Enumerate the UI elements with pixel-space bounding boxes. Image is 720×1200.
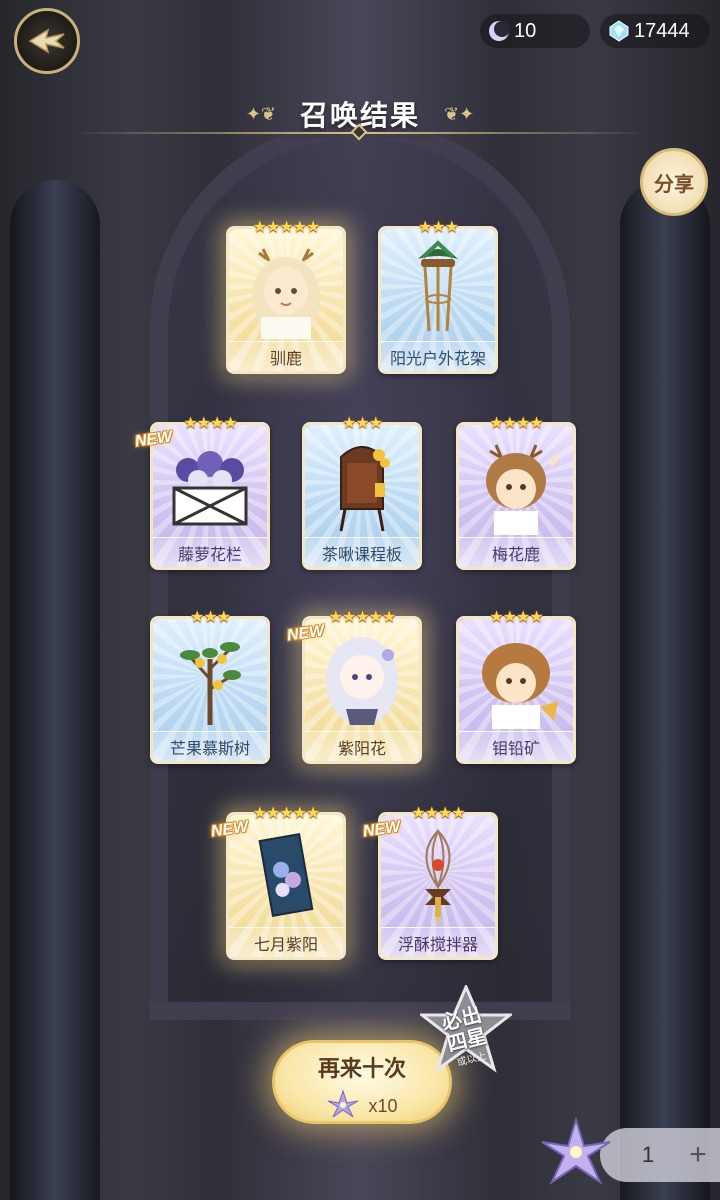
moon-icon — [486, 18, 512, 44]
rarity-stars: ★★★ — [189, 607, 231, 626]
result-card[interactable]: ★★★★★ 驯鹿 — [226, 217, 346, 374]
moon-currency: 10 — [480, 14, 590, 48]
result-card[interactable]: ★★★★★ NEW 紫阳花 — [286, 607, 422, 764]
share-button[interactable]: 分享 — [640, 148, 708, 216]
rarity-stars: ★★★ — [417, 217, 459, 236]
plant-stand-icon — [391, 239, 485, 339]
result-card[interactable]: ★★★★ NEW 藤萝花栏 — [134, 413, 270, 570]
lily-flower-icon — [326, 1089, 360, 1124]
lily-count: 1 — [641, 1142, 655, 1167]
lily-counter: 1 + — [600, 1128, 720, 1182]
deer-girl-character-icon — [239, 239, 333, 339]
window-arch — [150, 120, 570, 1020]
leaf-ornament-right-icon: ❦✦ — [444, 103, 475, 125]
wisteria-fence-icon — [163, 435, 257, 535]
result-card[interactable]: ★ ★★★★ NEW 浮酥搅拌器 — [362, 803, 498, 960]
gem-icon — [606, 18, 632, 44]
card-label: 茶啾课程板 — [305, 537, 419, 567]
add-lily-button[interactable]: + — [678, 1138, 718, 1172]
hydrangea-girl-character-icon — [315, 629, 409, 729]
result-card[interactable]: ★★★ 芒果慕斯树 — [150, 607, 270, 764]
back-button[interactable] — [14, 8, 80, 74]
svg-text:★: ★ — [434, 915, 443, 925]
card-label: 紫阳花 — [305, 731, 419, 761]
leaf-ornament-left-icon: ✦❦ — [245, 103, 276, 125]
pillar-right — [620, 180, 710, 1200]
result-card[interactable]: ★★★★ 梅花鹿 — [456, 413, 576, 570]
card-label: 藤萝花栏 — [153, 537, 267, 567]
card-label: 阳光户外花架 — [381, 341, 495, 371]
rarity-stars: ★★★ — [341, 413, 383, 432]
card-label: 浮酥搅拌器 — [381, 927, 495, 957]
background — [0, 0, 720, 1200]
moon-count: 10 — [514, 19, 537, 42]
guarantee-badge: 必出 四星 或以上 — [420, 985, 512, 1077]
wulfenite-character-icon — [469, 629, 563, 729]
pillar-left — [10, 180, 100, 1200]
card-label: 梅花鹿 — [459, 537, 573, 567]
card-label: 芒果慕斯树 — [153, 731, 267, 761]
card-label: 钼铅矿 — [459, 731, 573, 761]
whisk-icon: ★ — [391, 825, 485, 925]
card-label: 七月紫阳 — [229, 927, 343, 957]
summon-cost: x10 — [275, 1089, 449, 1124]
lily-flower-icon — [538, 1116, 614, 1192]
card-label: 驯鹿 — [229, 341, 343, 371]
sika-deer-character-icon — [469, 435, 563, 535]
mango-tree-icon — [163, 629, 257, 729]
hydrangea-painting-icon — [239, 825, 333, 925]
result-card[interactable]: ★★★★ 钼铅矿 — [456, 607, 576, 764]
result-card[interactable]: ★★★★★ NEW 七月紫阳 — [210, 803, 346, 960]
gem-count: 17444 — [634, 19, 690, 42]
back-arrow-icon — [28, 28, 65, 54]
result-card[interactable]: ★★★ 阳光户外花架 — [378, 217, 498, 374]
summon-cost-value: x10 — [368, 1096, 398, 1116]
rarity-stars: ★★★★ — [489, 607, 543, 626]
rarity-stars: ★★★★★ — [252, 217, 321, 236]
rarity-stars: ★★★★ — [489, 413, 543, 432]
result-card[interactable]: ★★★ 茶啾课程板 — [302, 413, 422, 570]
course-board-icon — [315, 435, 409, 535]
gem-currency: 17444 — [600, 14, 710, 48]
